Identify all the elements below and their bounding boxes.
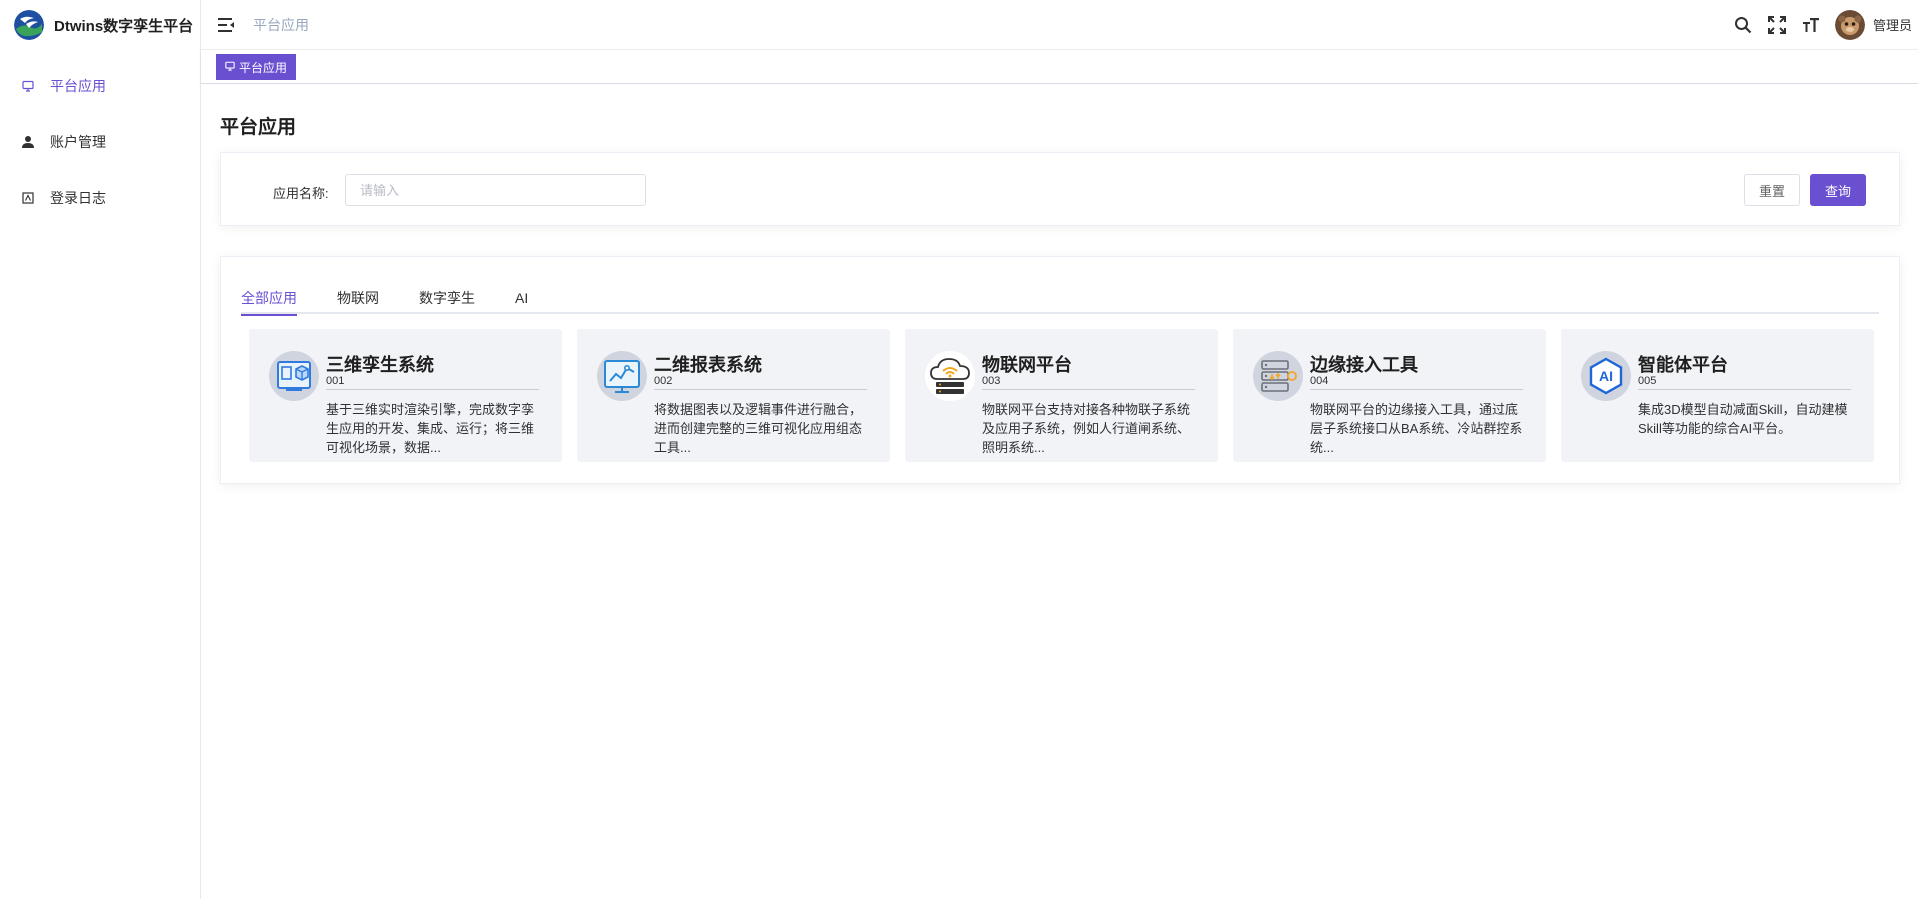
fullscreen-icon[interactable]: [1767, 15, 1787, 35]
app-description: 基于三维实时渲染引擎，完成数字孪生应用的开发、集成、运行；将三维可视化场景，数据…: [326, 402, 535, 455]
app-card-ai-agent-platform[interactable]: AI 智能体平台 005 集成3D模型自动减面Skill，自动建模Skill等功…: [1561, 329, 1874, 462]
search-panel: 应用名称: 重置 查询: [220, 152, 1900, 226]
reset-button[interactable]: 重置: [1744, 174, 1800, 206]
sidebar-item-platform-apps[interactable]: 平台应用: [0, 58, 200, 114]
breadcrumb: 平台应用: [253, 16, 309, 33]
app-name: 物联网平台: [982, 355, 1072, 375]
app-code: 004: [1310, 375, 1523, 390]
app-code: 005: [1638, 375, 1851, 390]
app-name: 三维孪生系统: [326, 355, 434, 375]
brand-title: Dtwins数字孪生平台: [54, 17, 194, 35]
app-card-edge-access-tool[interactable]: 边缘接入工具 004 物联网平台的边缘接入工具，通过底层子系统接口从BA系统、冷…: [1233, 329, 1546, 462]
tag-platform-apps[interactable]: 平台应用: [216, 54, 297, 80]
app-description: 物联网平台支持对接各种物联子系统及应用子系统，例如人行道闸系统、照明系统...: [982, 402, 1191, 455]
app-description: 集成3D模型自动减面Skill，自动建模Skill等功能的综合AI平台。: [1638, 402, 1848, 436]
chart-report-icon: [597, 351, 647, 401]
edge-server-icon: [1253, 351, 1303, 401]
app-list: 三维孪生系统 001 基于三维实时渲染引擎，完成数字孪生应用的开发、集成、运行；…: [249, 329, 1874, 462]
tab-ai[interactable]: AI: [515, 281, 528, 314]
3d-twin-icon: [269, 351, 319, 401]
sidebar: Dtwins数字孪生平台 平台应用 账户管理 登录日志: [0, 0, 201, 899]
app-name: 边缘接入工具: [1310, 355, 1418, 375]
brand-logo-icon: [14, 10, 44, 40]
user-icon: [20, 134, 36, 150]
app-name-search-input[interactable]: [345, 174, 646, 206]
app-description: 将数据图表以及逻辑事件进行融合，进而创建完整的三维可视化应用组态工具...: [654, 402, 863, 455]
app-card-3d-twin[interactable]: 三维孪生系统 001 基于三维实时渲染引擎，完成数字孪生应用的开发、集成、运行；…: [249, 329, 562, 462]
app-name: 智能体平台: [1638, 355, 1728, 375]
search-icon[interactable]: [1733, 15, 1753, 35]
header-actions: 管理员: [1733, 9, 1918, 40]
monitor-icon: [20, 78, 36, 94]
page-title: 平台应用: [220, 117, 297, 138]
app-code: 003: [982, 375, 1195, 390]
sidebar-item-login-log[interactable]: 登录日志: [0, 170, 200, 226]
app-card-iot-platform[interactable]: 物联网平台 003 物联网平台支持对接各种物联子系统及应用子系统，例如人行道闸系…: [905, 329, 1218, 462]
sidebar-item-label: 账户管理: [50, 134, 106, 150]
tag-label: 平台应用: [239, 60, 288, 75]
app-code: 001: [326, 375, 539, 390]
app-name: 二维报表系统: [654, 355, 762, 375]
brand[interactable]: Dtwins数字孪生平台: [0, 0, 200, 50]
app-description: 物联网平台的边缘接入工具，通过底层子系统接口从BA系统、冷站群控系统...: [1310, 402, 1523, 455]
sidebar-item-account-management[interactable]: 账户管理: [0, 114, 200, 170]
app-code: 002: [654, 375, 867, 390]
avatar[interactable]: [1834, 9, 1865, 40]
sidebar-item-label: 登录日志: [50, 190, 106, 206]
category-tabs: 全部应用 物联网 数字孪生 AI: [241, 281, 1879, 316]
main-content: 平台应用 应用名称: 重置 查询 全部应用 物联网 数字孪生 AI 三维孪生系统…: [201, 84, 1918, 899]
app-card-2d-report[interactable]: 二维报表系统 002 将数据图表以及逻辑事件进行融合，进而创建完整的三维可视化应…: [577, 329, 890, 462]
top-header: 平台应用 管理员: [201, 0, 1918, 50]
sidebar-item-label: 平台应用: [50, 78, 106, 94]
sidebar-nav: 平台应用 账户管理 登录日志: [0, 58, 200, 226]
ai-agent-icon: AI: [1581, 351, 1631, 401]
user-name[interactable]: 管理员: [1873, 15, 1912, 34]
query-button[interactable]: 查询: [1810, 174, 1866, 206]
monitor-icon: [225, 60, 235, 74]
iot-cloud-icon: [925, 351, 975, 401]
log-icon: [20, 190, 36, 206]
tags-view-bar: 平台应用: [201, 50, 1918, 84]
apps-panel: 全部应用 物联网 数字孪生 AI 三维孪生系统 001 基于三维实时渲染引擎，完…: [220, 256, 1900, 484]
svg-text:AI: AI: [1599, 368, 1613, 384]
tab-all-apps[interactable]: 全部应用: [241, 281, 297, 316]
app-name-label: 应用名称:: [273, 186, 329, 201]
tab-digital-twin[interactable]: 数字孪生: [419, 281, 475, 314]
font-size-icon[interactable]: [1801, 15, 1821, 35]
tab-iot[interactable]: 物联网: [337, 281, 379, 314]
menu-toggle-icon[interactable]: [217, 16, 235, 34]
